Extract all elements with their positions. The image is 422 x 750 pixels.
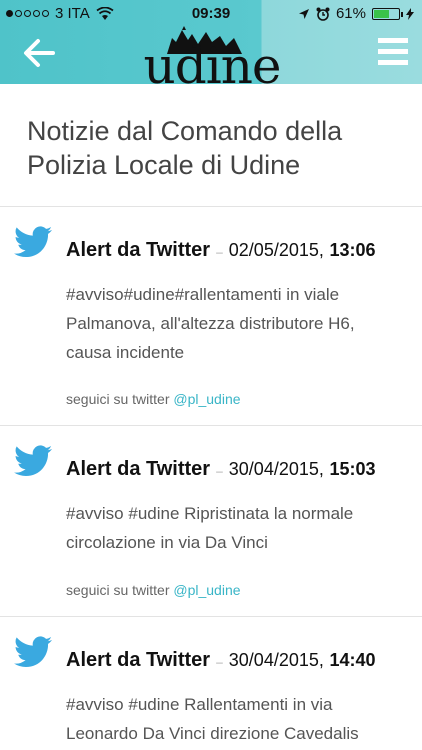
- alert-header: Alert da Twitter –30/04/2015, 15:03: [66, 458, 376, 480]
- logo-text: udine: [143, 37, 282, 95]
- page-title: Notizie dal Comando della Polizia Locale…: [27, 116, 343, 180]
- alarm-icon: [316, 7, 330, 21]
- follow-label: seguici su twitter: [66, 391, 170, 407]
- twitter-handle-link[interactable]: @pl_udine: [173, 582, 240, 598]
- twitter-bird-icon: [14, 445, 52, 477]
- status-bar: 3 ITA 09:39 61%: [0, 0, 422, 28]
- follow-line: seguici su twitter @pl_udine: [66, 391, 241, 407]
- follow-label: seguici su twitter: [66, 582, 170, 598]
- hamburger-menu-button[interactable]: [378, 38, 408, 68]
- alert-card: Alert da Twitter –30/04/2015, 14:40 #avvi…: [0, 617, 422, 750]
- udine-logo: udine: [132, 26, 292, 95]
- twitter-bird-icon: [14, 636, 52, 668]
- charging-icon: [406, 7, 414, 20]
- alert-time: 15:03: [329, 459, 376, 479]
- alert-header: Alert da Twitter –30/04/2015, 14:40: [66, 649, 376, 671]
- alert-date: 02/05/2015,: [228, 240, 324, 260]
- alert-text: #avviso#udine#rallentamenti in viale Pal…: [66, 285, 355, 362]
- twitter-handle-link[interactable]: @pl_udine: [173, 391, 240, 407]
- alert-source: Alert da Twitter: [66, 239, 211, 261]
- arrow-left-icon: [24, 39, 55, 67]
- status-right: 61%: [298, 5, 414, 22]
- follow-line: seguici su twitter @pl_udine: [66, 582, 241, 598]
- back-button[interactable]: [22, 38, 56, 68]
- alert-card: Alert da Twitter –02/05/2015, 13:06 #avvi…: [0, 207, 422, 425]
- battery-icon: [372, 7, 403, 20]
- location-arrow-icon: [298, 8, 309, 19]
- alert-text: #avviso #udine Rallentamenti in via Leon…: [66, 695, 359, 743]
- app-header: 3 ITA 09:39 61% udine: [0, 0, 422, 95]
- alert-header: Alert da Twitter –02/05/2015, 13:06: [66, 239, 376, 261]
- alert-time: 14:40: [329, 650, 376, 670]
- alert-card: Alert da Twitter –30/04/2015, 15:03 #avvi…: [0, 426, 422, 616]
- alert-source: Alert da Twitter: [66, 649, 211, 671]
- battery-percent: 61%: [335, 5, 366, 22]
- alert-text: #avviso #udine Ripristinata la normale c…: [66, 504, 354, 552]
- twitter-bird-icon: [14, 226, 52, 258]
- alert-source: Alert da Twitter: [66, 458, 211, 480]
- alert-date: 30/04/2015,: [228, 650, 324, 670]
- alert-time: 13:06: [329, 240, 376, 260]
- alert-date: 30/04/2015,: [228, 459, 324, 479]
